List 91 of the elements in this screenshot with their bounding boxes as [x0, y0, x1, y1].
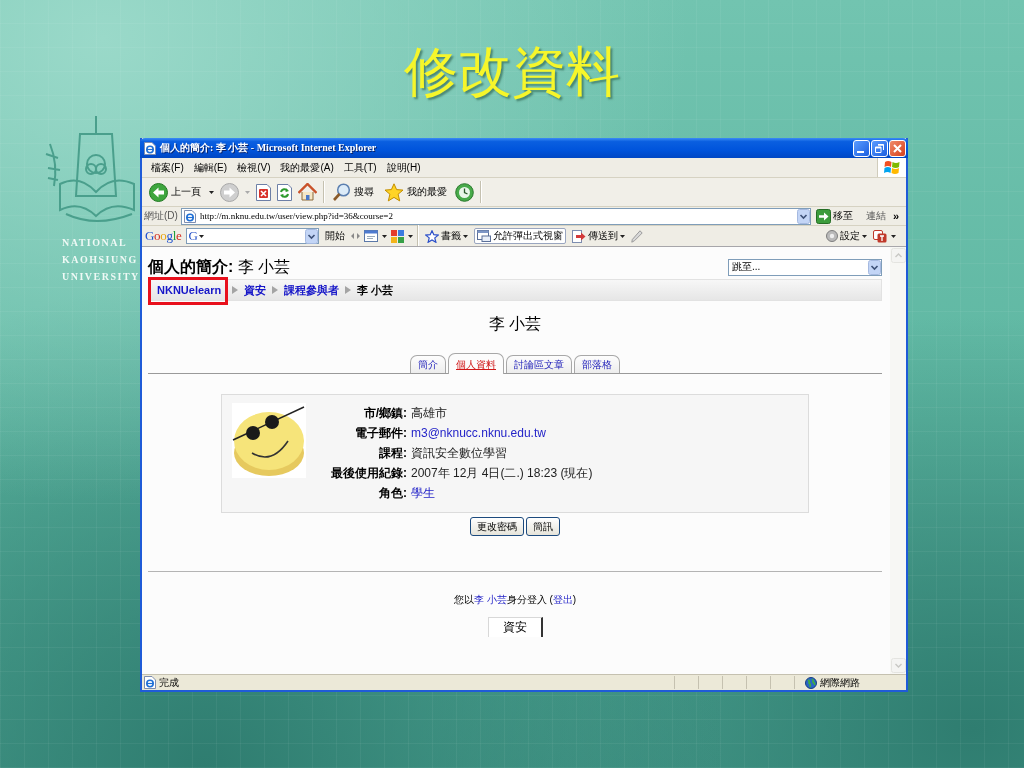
menu-item[interactable]: 我的最愛(A) [275, 160, 339, 175]
translate-icon[interactable] [873, 229, 887, 243]
separator-triangle-icon [232, 286, 239, 294]
links-label[interactable]: 連結 [865, 209, 886, 223]
tab[interactable]: 簡介 [410, 355, 446, 373]
field-value: 高雄市 [411, 404, 447, 422]
menu-item[interactable]: 工具(T) [338, 160, 382, 175]
breadcrumb-item[interactable]: 課程參與者 [284, 282, 340, 298]
more-links-chevron[interactable]: » [892, 210, 899, 222]
window-title: 個人的簡介: 李 小芸 - Microsoft Internet Explorer [160, 141, 377, 155]
google-menu-button[interactable]: G [186, 229, 206, 243]
menu-item[interactable]: 檢視(V) [232, 160, 276, 175]
stop-icon[interactable] [256, 183, 271, 201]
refresh-icon[interactable] [277, 183, 292, 201]
university-name-text: KAOHSIUNG [62, 253, 139, 267]
caret-icon [862, 234, 867, 238]
minimize-icon [856, 150, 864, 153]
user-name-heading: 李 小芸 [488, 315, 542, 333]
separator-triangle-icon [345, 286, 352, 294]
star-icon [384, 182, 404, 202]
close-button[interactable] [889, 139, 906, 157]
caret-icon [198, 234, 204, 238]
caret-icon [462, 234, 468, 238]
university-name-text: UNIVERSITY [62, 270, 140, 284]
breadcrumb-item[interactable]: NKNUelearn [157, 284, 222, 296]
ie-page-icon [144, 676, 156, 689]
tab[interactable]: 個人資料 [448, 353, 504, 374]
window-icon[interactable] [363, 230, 378, 242]
course-home-link[interactable]: 資安 [487, 617, 543, 637]
popup-blocker-button[interactable]: 允許彈出式視窗 [473, 228, 566, 244]
page-heading: 個人的簡介: 李 小芸 [148, 256, 291, 277]
field-label: 課程: [378, 444, 407, 462]
globe-icon [805, 676, 817, 689]
settings-circle-icon [826, 230, 838, 242]
tab[interactable]: 部落格 [574, 355, 620, 373]
university-name-text: NATIONAL [62, 236, 129, 250]
google-logo: Google [145, 228, 182, 244]
caret-icon[interactable] [381, 234, 387, 238]
close-icon [893, 143, 902, 153]
field-label: 最後使用紀錄: [330, 464, 407, 482]
menu-item[interactable]: 說明(H) [381, 160, 426, 175]
caret-icon [619, 234, 625, 238]
login-status-text: 您以李 小芸身分登入 (登出) [453, 593, 577, 607]
bookmarks-button[interactable]: 書籤 [422, 229, 470, 243]
google-search-field[interactable]: G [185, 228, 319, 244]
caret-icon[interactable] [407, 234, 413, 238]
send-arrow-icon [571, 229, 586, 243]
back-button[interactable]: 上一頁 [147, 182, 203, 202]
tab[interactable]: 討論區文章 [506, 355, 572, 373]
slide-title: 修改資料 [403, 41, 621, 104]
security-zone-text: 網際網路 [820, 675, 860, 690]
go-button[interactable]: 移至 [813, 208, 855, 224]
popup-window-icon [476, 230, 491, 242]
restore-icon [875, 143, 884, 153]
caret-icon[interactable] [209, 190, 214, 194]
search-button[interactable]: 搜尋 [331, 183, 376, 201]
home-icon[interactable] [298, 183, 317, 201]
breadcrumb-item[interactable]: 資安 [244, 282, 267, 298]
restore-button[interactable] [871, 139, 888, 157]
status-text: 完成 [159, 675, 179, 690]
form-button[interactable]: 簡訊 [526, 517, 560, 536]
minimize-button[interactable] [853, 139, 870, 157]
field-value: 2007年 12月 4日(二.) 18:23 (現在) [411, 464, 593, 482]
menu-item[interactable]: 編輯(E) [188, 160, 233, 175]
ie-page-icon [183, 209, 196, 223]
breadcrumb-item: 李 小芸 [357, 282, 394, 298]
send-to-button[interactable]: 傳送到 [569, 229, 627, 243]
favorites-button[interactable]: 我的最愛 [382, 182, 449, 202]
separator-triangle-icon [272, 286, 279, 294]
jump-to-select[interactable]: 跳至... [728, 258, 882, 276]
star-outline-icon [424, 229, 439, 243]
settings-button[interactable]: 設定 [824, 229, 869, 243]
field-value[interactable]: m3@nknucc.nknu.edu.tw [411, 426, 546, 440]
field-label: 角色: [378, 484, 407, 502]
address-label: 網址(D) [144, 209, 178, 223]
form-button[interactable]: 更改密碼 [470, 517, 524, 536]
ie-page-icon [144, 141, 156, 155]
windows-flag-icon [884, 160, 900, 175]
search-icon [333, 183, 351, 201]
colored-squares-icon[interactable] [390, 229, 404, 243]
user-profile-link[interactable]: 李 小芸 [473, 594, 507, 605]
menu-item[interactable]: 檔案(F) [146, 160, 189, 175]
field-label: 電子郵件: [354, 424, 407, 442]
field-value: 資訊安全數位學習 [411, 444, 507, 462]
double-arrow-icon[interactable] [350, 233, 360, 239]
history-icon[interactable] [455, 182, 474, 202]
caret-icon[interactable] [891, 234, 896, 238]
field-value[interactable]: 學生 [411, 484, 435, 502]
field-label: 市/鄉鎮: [362, 404, 407, 422]
address-field[interactable]: http://m.nknu.edu.tw/user/view.php?id=36&course=2 [180, 207, 811, 225]
search-start-button[interactable]: 開始 [322, 229, 347, 243]
